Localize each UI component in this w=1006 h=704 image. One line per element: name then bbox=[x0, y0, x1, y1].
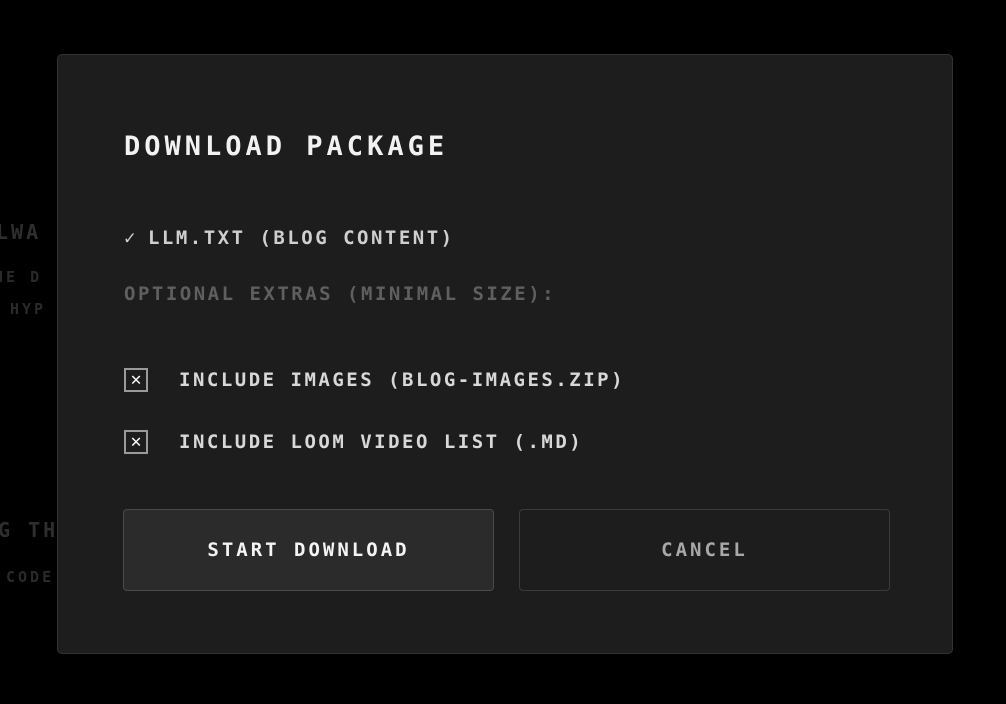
download-package-dialog: DOWNLOAD PACKAGE ✓ LLM.TXT (BLOG CONTENT)… bbox=[57, 54, 953, 654]
include-images-option[interactable]: ✕ INCLUDE IMAGES (BLOG-IMAGES.ZIP) bbox=[124, 367, 625, 393]
check-icon: ✓ bbox=[124, 227, 138, 249]
include-loom-list-checkbox[interactable]: ✕ bbox=[124, 430, 148, 454]
background-text-fragment: CODE bbox=[6, 568, 55, 586]
include-loom-list-option[interactable]: ✕ INCLUDE LOOM VIDEO LIST (.MD) bbox=[124, 429, 583, 455]
checkbox-x-icon: ✕ bbox=[130, 431, 142, 452]
included-file-label: LLM.TXT (BLOG CONTENT) bbox=[147, 227, 455, 249]
background-text-fragment: HE D bbox=[0, 268, 43, 286]
dialog-title: DOWNLOAD PACKAGE bbox=[124, 131, 449, 162]
included-file-item: ✓ LLM.TXT (BLOG CONTENT) bbox=[124, 227, 455, 249]
checkbox-x-icon: ✕ bbox=[130, 369, 142, 390]
include-loom-list-label[interactable]: INCLUDE LOOM VIDEO LIST (.MD) bbox=[179, 431, 583, 453]
background-text-fragment: LWA bbox=[0, 220, 42, 244]
cancel-button[interactable]: CANCEL bbox=[519, 509, 890, 591]
page: LWA HE D HYP G TH CODE DOWNLOAD PACKAGE … bbox=[0, 0, 1006, 704]
start-download-button[interactable]: START DOWNLOAD bbox=[123, 509, 494, 591]
include-images-label[interactable]: INCLUDE IMAGES (BLOG-IMAGES.ZIP) bbox=[179, 369, 625, 391]
background-text-fragment: G TH bbox=[0, 518, 59, 542]
include-images-checkbox[interactable]: ✕ bbox=[124, 368, 148, 392]
background-text-fragment: HYP bbox=[10, 300, 47, 318]
optional-extras-heading: OPTIONAL EXTRAS (MINIMAL SIZE): bbox=[124, 283, 557, 305]
